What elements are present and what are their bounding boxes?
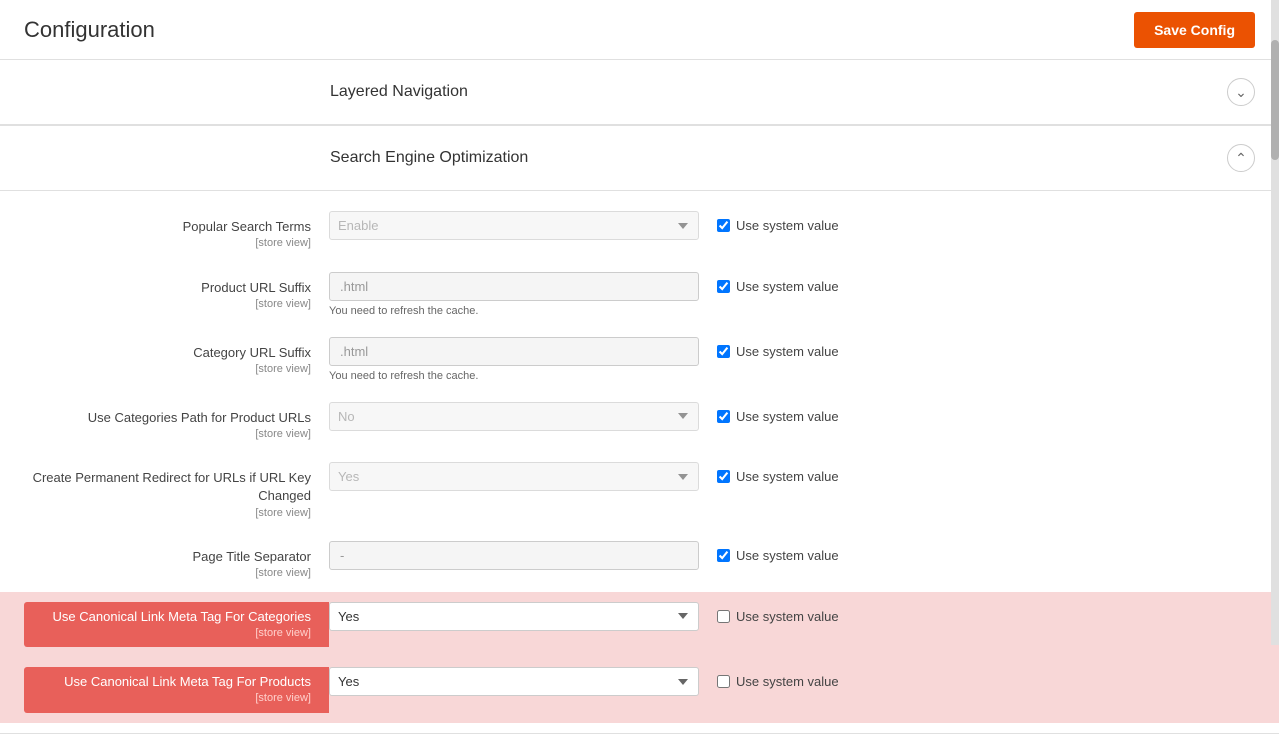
- use-categories-path-control: No Yes: [329, 402, 699, 431]
- canonical-link-products-store-view: [store view]: [24, 691, 311, 706]
- product-url-suffix-checkbox[interactable]: [717, 280, 730, 293]
- page-title: Configuration: [24, 17, 155, 43]
- page-title-separator-store-view: [store view]: [24, 566, 311, 581]
- canonical-link-products-select[interactable]: Yes No: [329, 667, 699, 696]
- canonical-link-categories-store-view: [store view]: [24, 626, 311, 641]
- canonical-link-products-system-value: Use system value: [699, 667, 839, 689]
- create-permanent-redirect-system-value: Use system value: [699, 462, 839, 484]
- popular-search-terms-checkbox[interactable]: [717, 219, 730, 232]
- product-url-suffix-store-view: [store view]: [24, 297, 311, 312]
- create-permanent-redirect-row: Create Permanent Redirect for URLs if UR…: [0, 452, 1279, 531]
- canonical-link-products-row: Use Canonical Link Meta Tag For Products…: [0, 657, 1279, 723]
- page-title-separator-control: [329, 541, 699, 570]
- popular-search-terms-select[interactable]: Enable Disable: [329, 211, 699, 240]
- use-categories-path-system-value: Use system value: [699, 402, 839, 424]
- page-title-separator-input[interactable]: [329, 541, 699, 570]
- category-url-suffix-control: You need to refresh the cache.: [329, 337, 699, 382]
- page-title-separator-system-label: Use system value: [736, 548, 839, 563]
- canonical-link-categories-control: Yes No: [329, 602, 699, 631]
- create-permanent-redirect-store-view: [store view]: [24, 506, 311, 521]
- seo-section-header[interactable]: Search Engine Optimization ⌃: [0, 126, 1279, 191]
- page-header: Configuration Save Config: [0, 0, 1279, 60]
- canonical-link-categories-system-label: Use system value: [736, 609, 839, 624]
- save-config-button[interactable]: Save Config: [1134, 12, 1255, 48]
- create-permanent-redirect-select[interactable]: Yes No: [329, 462, 699, 491]
- category-url-suffix-input[interactable]: [329, 337, 699, 366]
- seo-section: Search Engine Optimization ⌃ Popular Sea…: [0, 126, 1279, 734]
- scrollbar-thumb[interactable]: [1271, 40, 1279, 160]
- popular-search-terms-control: Enable Disable: [329, 211, 699, 240]
- category-url-suffix-system-value: Use system value: [699, 337, 839, 359]
- use-categories-path-checkbox[interactable]: [717, 410, 730, 423]
- product-url-suffix-label: Product URL Suffix [store view]: [24, 272, 329, 313]
- category-url-suffix-row: Category URL Suffix [store view] You nee…: [0, 327, 1279, 392]
- popular-search-terms-system-value: Use system value: [699, 211, 839, 233]
- canonical-link-categories-select[interactable]: Yes No: [329, 602, 699, 631]
- product-url-suffix-control: You need to refresh the cache.: [329, 272, 699, 317]
- canonical-link-categories-row: Use Canonical Link Meta Tag For Categori…: [0, 592, 1279, 658]
- page-title-separator-row: Page Title Separator [store view] Use sy…: [0, 531, 1279, 592]
- page-title-separator-checkbox[interactable]: [717, 549, 730, 562]
- seo-form: Popular Search Terms [store view] Enable…: [0, 191, 1279, 733]
- main-content: Layered Navigation ⌄ Search Engine Optim…: [0, 60, 1279, 734]
- product-url-suffix-system-value: Use system value: [699, 272, 839, 294]
- category-url-suffix-label: Category URL Suffix [store view]: [24, 337, 329, 378]
- product-url-suffix-note: You need to refresh the cache.: [329, 305, 699, 317]
- popular-search-terms-label: Popular Search Terms [store view]: [24, 211, 329, 252]
- use-categories-path-row: Use Categories Path for Product URLs [st…: [0, 392, 1279, 453]
- product-url-suffix-system-label: Use system value: [736, 279, 839, 294]
- use-categories-path-system-label: Use system value: [736, 409, 839, 424]
- popular-search-terms-store-view: [store view]: [24, 236, 311, 251]
- create-permanent-redirect-checkbox[interactable]: [717, 470, 730, 483]
- category-url-suffix-note: You need to refresh the cache.: [329, 370, 699, 382]
- create-permanent-redirect-control: Yes No: [329, 462, 699, 491]
- popular-search-terms-row: Popular Search Terms [store view] Enable…: [0, 201, 1279, 262]
- canonical-link-categories-label: Use Canonical Link Meta Tag For Categori…: [24, 602, 329, 648]
- seo-section-title: Search Engine Optimization: [330, 149, 528, 167]
- create-permanent-redirect-label: Create Permanent Redirect for URLs if UR…: [24, 462, 329, 521]
- layered-navigation-toggle[interactable]: ⌄: [1227, 78, 1255, 106]
- use-categories-path-label: Use Categories Path for Product URLs [st…: [24, 402, 329, 443]
- product-url-suffix-input[interactable]: [329, 272, 699, 301]
- use-categories-path-select[interactable]: No Yes: [329, 402, 699, 431]
- category-url-suffix-store-view: [store view]: [24, 362, 311, 377]
- create-permanent-redirect-system-label: Use system value: [736, 469, 839, 484]
- use-categories-path-store-view: [store view]: [24, 427, 311, 442]
- layered-navigation-section: Layered Navigation ⌄: [0, 60, 1279, 126]
- category-url-suffix-checkbox[interactable]: [717, 345, 730, 358]
- canonical-link-products-label: Use Canonical Link Meta Tag For Products…: [24, 667, 329, 713]
- layered-navigation-title: Layered Navigation: [330, 83, 468, 101]
- product-url-suffix-row: Product URL Suffix [store view] You need…: [0, 262, 1279, 327]
- canonical-link-categories-checkbox[interactable]: [717, 610, 730, 623]
- canonical-link-categories-system-value: Use system value: [699, 602, 839, 624]
- canonical-link-products-system-label: Use system value: [736, 674, 839, 689]
- category-url-suffix-system-label: Use system value: [736, 344, 839, 359]
- canonical-link-products-control: Yes No: [329, 667, 699, 696]
- popular-search-terms-system-label: Use system value: [736, 218, 839, 233]
- seo-section-toggle[interactable]: ⌃: [1227, 144, 1255, 172]
- page-title-separator-system-value: Use system value: [699, 541, 839, 563]
- canonical-link-products-checkbox[interactable]: [717, 675, 730, 688]
- scrollbar[interactable]: [1271, 0, 1279, 645]
- layered-navigation-header[interactable]: Layered Navigation ⌄: [0, 60, 1279, 125]
- page-title-separator-label: Page Title Separator [store view]: [24, 541, 329, 582]
